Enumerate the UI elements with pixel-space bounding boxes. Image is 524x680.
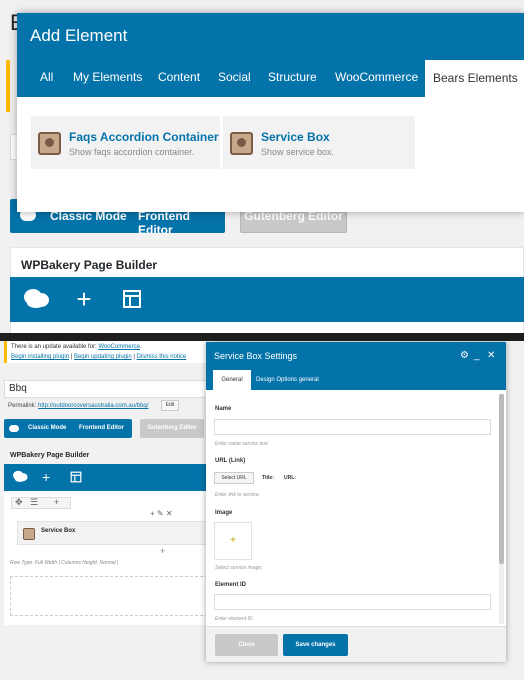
plus-icon[interactable]: + (70, 286, 98, 314)
url-help: Enter link to service. (215, 492, 261, 498)
dialog-header: Service Box Settings ⚙ _ ✕ General Desig… (206, 342, 506, 390)
add-element-modal: Add Element All My Elements Content Soci… (17, 13, 524, 212)
wpbakery-title: WPBakery Page Builder (10, 452, 90, 459)
element-id-input[interactable] (214, 594, 491, 610)
tab-design-options[interactable]: Design Options general (256, 377, 319, 383)
update-notice: There is an update available for: WooCom… (4, 341, 214, 363)
post-title-input[interactable]: Bbq (4, 380, 224, 398)
permalink-url[interactable]: http://outdoorcoversaustralia.com.au/bbq… (38, 403, 148, 409)
dialog-scroll-thumb[interactable] (499, 394, 504, 564)
name-input[interactable] (214, 419, 491, 435)
classic-mode-button[interactable]: Classic Mode (28, 425, 66, 431)
editor-mode-bar: Classic Mode Frontend Editor (4, 419, 132, 438)
element-name: Service Box (41, 528, 76, 534)
add-element-plus-icon[interactable]: + (160, 546, 165, 556)
tab-all[interactable]: All (40, 70, 53, 84)
notice-line-2: Begin installing plugin | Begin updating… (11, 354, 187, 360)
element-description: Show service box. (261, 147, 335, 157)
delete-icon[interactable]: ✕ (166, 509, 173, 518)
modal-header: Add Element All My Elements Content Soci… (17, 13, 524, 97)
minimize-icon[interactable]: _ (474, 350, 480, 362)
add-image-button[interactable]: + (214, 522, 252, 560)
notice-line-1: There is an update available for: WooCom… (11, 342, 210, 352)
layout-icon[interactable] (70, 469, 82, 486)
image-help: Select service image. (215, 565, 263, 571)
bear-icon (23, 528, 35, 540)
permalink-label: Permalink: (8, 403, 37, 409)
url-value-label: URL: (284, 475, 296, 481)
permalink: Permalink: http://outdoorcoversaustralia… (8, 403, 148, 409)
close-icon[interactable]: ✕ (487, 350, 495, 362)
modal-title: Add Element (30, 26, 128, 45)
element-id-help: Enter element ID . (215, 616, 256, 622)
install-plugin-link[interactable]: Begin installing plugin (11, 354, 69, 360)
row-controls: ✥ ☰ + (11, 497, 71, 509)
tab-woocommerce[interactable]: WooCommerce (335, 70, 418, 84)
top-screenshot: E Classic Mode Frontend Editor Gutenberg… (0, 0, 524, 333)
update-plugin-link[interactable]: Begin updating plugin (74, 354, 132, 360)
element-name: Service Box (261, 130, 330, 144)
element-service-box[interactable]: Service Box Show service box. (223, 116, 415, 169)
tab-social[interactable]: Social (218, 70, 251, 84)
edit-permalink-button[interactable]: Edit (161, 400, 179, 411)
tab-structure[interactable]: Structure (268, 70, 317, 84)
element-name: Faqs Accordion Container (69, 130, 219, 144)
bear-icon (38, 132, 61, 155)
plus-icon[interactable]: + (42, 469, 50, 485)
column-controls: + ✎ ✕ (150, 509, 173, 518)
url-label: URL (Link) (215, 458, 246, 464)
tab-my-elements[interactable]: My Elements (73, 70, 142, 84)
name-help: Enter name service text. (215, 441, 269, 447)
wpbakery-title: WPBakery Page Builder (21, 258, 158, 272)
gear-icon[interactable]: ⚙ (460, 350, 469, 362)
add-column-icon[interactable]: + (54, 497, 59, 507)
gutenberg-editor-button[interactable]: Gutenberg Editor (140, 419, 204, 438)
name-label: Name (215, 406, 232, 412)
tab-bears-elements-label: Bears Elements (433, 71, 518, 85)
tab-general[interactable]: General (213, 370, 251, 390)
tab-bears-elements[interactable]: Bears Elements (425, 60, 524, 97)
row-info: Row Type: Full Width | Columns Height: N… (10, 560, 119, 566)
edit-icon[interactable]: ✎ (157, 509, 164, 518)
service-box-settings-dialog: Service Box Settings ⚙ _ ✕ General Desig… (206, 342, 506, 662)
move-icon[interactable]: ✥ (15, 497, 23, 508)
wpbakery-cloud-icon (9, 425, 19, 432)
url-title-label: Title: (262, 475, 274, 481)
bottom-screenshot: There is an update available for: WooCom… (0, 341, 524, 680)
notice-period: . (139, 344, 142, 350)
element-id-label: Element ID (215, 582, 247, 588)
dialog-title: Service Box Settings (214, 351, 298, 361)
cloud-icon[interactable] (11, 469, 29, 486)
frontend-editor-button[interactable]: Frontend Editor (138, 209, 225, 237)
element-description: Show faqs accordion container. (69, 147, 195, 157)
wpbakery-toolbar: + (10, 277, 524, 322)
tab-content[interactable]: Content (158, 70, 200, 84)
woocommerce-link[interactable]: WooCommerce (98, 344, 140, 350)
select-url-button[interactable]: Select URL (214, 472, 254, 484)
close-button[interactable]: Close (215, 634, 278, 656)
screenshot-divider (0, 333, 524, 341)
bear-icon (230, 132, 253, 155)
service-box-element[interactable]: Service Box (17, 521, 208, 545)
cloud-icon[interactable] (22, 286, 50, 314)
add-element-icon[interactable]: + (150, 509, 155, 518)
image-label: Image (215, 510, 233, 516)
wpbakery-toolbar: + (4, 464, 214, 491)
notice-text: There is an update available for: (11, 344, 99, 350)
frontend-editor-button[interactable]: Frontend Editor (79, 425, 124, 431)
notice-accent-bar (6, 60, 10, 112)
element-faqs-accordion[interactable]: Faqs Accordion Container Show faqs accor… (31, 116, 220, 169)
column-layout-icon[interactable]: ☰ (30, 497, 38, 508)
add-row-area[interactable] (10, 576, 208, 616)
layout-icon[interactable] (118, 286, 146, 314)
dismiss-notice-link[interactable]: Dismiss this notice (137, 354, 187, 360)
save-changes-button[interactable]: Save changes (283, 634, 348, 656)
